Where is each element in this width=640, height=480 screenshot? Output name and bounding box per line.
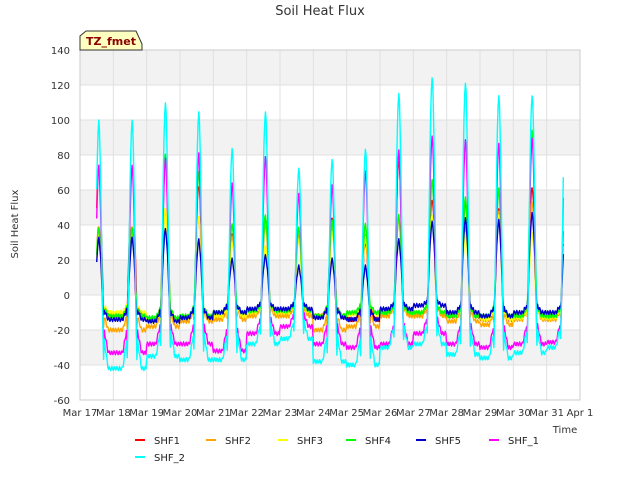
x-tick-label: Mar 20	[163, 408, 198, 419]
x-tick-label: Mar 30	[496, 408, 531, 419]
legend-item-shf3: SHF3	[278, 436, 323, 447]
y-tick-label: 60	[57, 186, 70, 197]
site-badge-label: TZ_fmet	[86, 35, 136, 48]
x-tick-label: Mar 26	[363, 408, 398, 419]
x-tick-label: Mar 19	[129, 408, 164, 419]
chart-title: Soil Heat Flux	[275, 4, 365, 19]
legend-item-shf2: SHF2	[206, 436, 251, 447]
y-tick-label: 120	[51, 81, 70, 92]
x-tick-label: Mar 28	[429, 408, 464, 419]
legend-label: SHF3	[297, 436, 323, 447]
legend-label: SHF_1	[508, 436, 539, 447]
legend-label: SHF_2	[154, 453, 185, 464]
y-tick-labels: -60 -40 -20 0 20 40 60 80 100 120 140	[51, 46, 70, 407]
x-tick-labels: Mar 17Mar 18Mar 19Mar 20Mar 21Mar 22Mar …	[63, 408, 594, 419]
legend-item-shf5: SHF5	[416, 436, 461, 447]
x-tick-label: Apr 1	[567, 408, 594, 419]
x-tick-label: Mar 22	[229, 408, 264, 419]
x-tick-label: Mar 27	[396, 408, 431, 419]
y-tick-label: 40	[57, 221, 70, 232]
x-tick-label: Mar 25	[329, 408, 364, 419]
legend-label: SHF1	[154, 436, 180, 447]
soil-heat-flux-chart: -60 -40 -20 0 20 40 60 80 100 120 140 Mar 17Mar 18…	[10, 4, 594, 464]
x-tick-label: Mar 21	[196, 408, 231, 419]
plot-band	[80, 50, 580, 85]
y-tick-label: -60	[54, 396, 70, 407]
x-tick-label: Mar 23	[263, 408, 298, 419]
x-tick-label: Mar 24	[296, 408, 331, 419]
site-badge: TZ_fmet	[79, 30, 143, 51]
x-tick-label: Mar 17	[63, 408, 98, 419]
x-tick-label: Mar 18	[96, 408, 131, 419]
plot-band	[80, 120, 580, 155]
y-tick-label: -40	[54, 361, 70, 372]
y-tick-label: 140	[51, 46, 70, 57]
y-tick-label: 20	[57, 256, 70, 267]
legend-label: SHF4	[365, 436, 391, 447]
y-tick-label: 80	[57, 151, 70, 162]
y-tick-label: -20	[54, 326, 70, 337]
legend-item-shf4: SHF4	[346, 436, 391, 447]
x-tick-label: Mar 31	[529, 408, 564, 419]
legend: SHF1 SHF2 SHF3 SHF4 SHF5 SHF_1 SHF_2	[135, 436, 539, 464]
x-axis-title: Time	[552, 425, 577, 436]
y-axis-title: Soil Heat Flux	[10, 189, 21, 258]
y-tick-label: 0	[64, 291, 70, 302]
legend-item-shf-1: SHF_1	[489, 436, 539, 447]
y-tick-label: 100	[51, 116, 70, 127]
legend-item-shf-2: SHF_2	[135, 453, 185, 464]
x-tick-label: Mar 29	[463, 408, 498, 419]
legend-label: SHF2	[225, 436, 251, 447]
legend-item-shf1: SHF1	[135, 436, 180, 447]
legend-label: SHF5	[435, 436, 461, 447]
